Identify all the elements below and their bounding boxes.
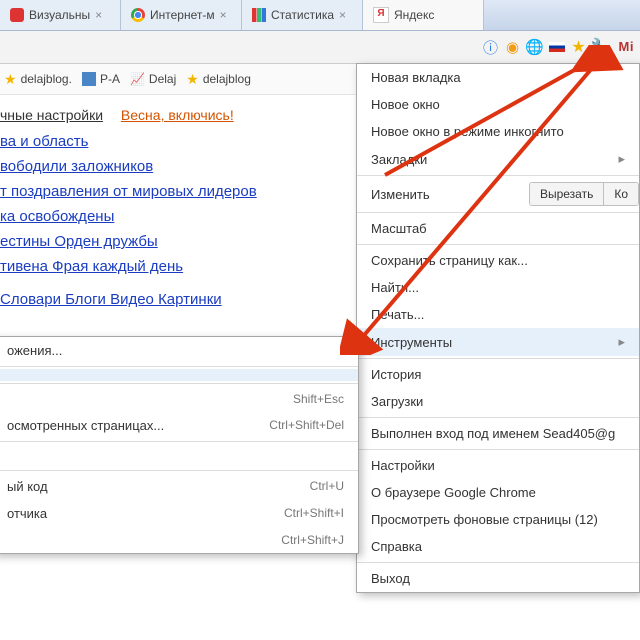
separator — [0, 441, 358, 442]
submenu-source[interactable]: ый кодCtrl+U — [0, 473, 358, 500]
chrome-icon — [131, 8, 145, 22]
menu-exit[interactable]: Выход — [357, 565, 639, 592]
menu-new-window[interactable]: Новое окно — [357, 91, 639, 118]
bookmark-item[interactable]: 📈 Delaj — [130, 72, 176, 86]
submenu-hover[interactable] — [0, 369, 358, 381]
menu-bookmarks[interactable]: Закладки▸ — [357, 145, 639, 173]
shortcut: Ctrl+Shift+J — [281, 533, 344, 547]
tab-label: Статистика — [271, 8, 334, 22]
globe-icon[interactable]: 🌐 — [526, 38, 544, 56]
menu-background[interactable]: Просмотреть фоновые страницы (12) — [357, 506, 639, 533]
separator — [357, 175, 639, 176]
cut-button[interactable]: Вырезать — [530, 183, 603, 205]
star-icon[interactable]: ★ — [570, 38, 588, 56]
menu-incognito[interactable]: Новое окно в режиме инкогнито — [357, 118, 639, 145]
menu-tools[interactable]: Инструменты▸ — [357, 328, 639, 356]
chevron-right-icon: ▸ — [618, 151, 625, 167]
square-icon — [82, 72, 96, 86]
menu-downloads[interactable]: Загрузки — [357, 388, 639, 415]
menu-save-as[interactable]: Сохранить страницу как... — [357, 247, 639, 274]
menu-history[interactable]: История — [357, 361, 639, 388]
tab-label: Интернет-м — [150, 8, 215, 22]
menu-help[interactable]: Справка — [357, 533, 639, 560]
submenu-clear[interactable]: осмотренных страницах...Ctrl+Shift+Del — [0, 412, 358, 439]
menu-new-tab[interactable]: Новая вкладка — [357, 64, 639, 91]
tab-internet[interactable]: Интернет-м × — [121, 0, 242, 30]
tab-stats[interactable]: Статистика × — [242, 0, 363, 30]
copy-button[interactable]: Ко — [603, 183, 638, 205]
wrench-icon[interactable]: 🔧 — [592, 38, 610, 56]
flag-icon[interactable] — [548, 38, 566, 56]
submenu-item[interactable] — [0, 444, 358, 456]
info-icon[interactable]: ⓘ — [482, 38, 500, 56]
close-icon[interactable]: × — [220, 10, 230, 20]
bookmark-label: P-A — [100, 72, 120, 86]
submenu-devtools[interactable]: отчикаCtrl+Shift+I — [0, 500, 358, 527]
bookmark-label: Delaj — [149, 72, 176, 86]
menu-edit-row: Изменить Вырезать Ко — [357, 178, 639, 210]
main-menu: Новая вкладка Новое окно Новое окно в ре… — [356, 63, 640, 593]
chevron-right-icon: ▸ — [618, 334, 625, 350]
toolbar: ⓘ ◉ 🌐 ★ 🔧 Mi — [0, 31, 640, 64]
separator — [0, 470, 358, 471]
submenu-console[interactable]: Ctrl+Shift+J — [0, 527, 358, 553]
separator — [357, 562, 639, 563]
submenu-item[interactable] — [0, 456, 358, 468]
menu-find[interactable]: Найти... — [357, 274, 639, 301]
tab-strip: Визуальны × Интернет-м × Статистика × Я … — [0, 0, 640, 31]
tab-label: Яндекс — [394, 8, 434, 22]
tab-label: Визуальны — [29, 8, 90, 22]
mi-label[interactable]: Mi — [619, 38, 634, 56]
tab-yandex[interactable]: Я Яндекс — [363, 0, 484, 30]
shortcut: Ctrl+U — [310, 479, 344, 494]
shield-icon — [10, 8, 24, 22]
separator — [357, 212, 639, 213]
separator — [357, 244, 639, 245]
edit-button-group: Вырезать Ко — [529, 182, 639, 206]
separator — [357, 417, 639, 418]
chart-icon: 📈 — [130, 72, 145, 86]
bars-icon — [252, 8, 266, 22]
close-icon[interactable]: × — [339, 10, 349, 20]
separator — [357, 358, 639, 359]
menu-edit-label: Изменить — [371, 187, 430, 202]
bookmark-item[interactable]: P-A — [82, 72, 120, 86]
shortcut: Ctrl+Shift+Del — [269, 418, 344, 433]
bookmark-label: delajblog. — [21, 72, 72, 86]
menu-about[interactable]: О браузере Google Chrome — [357, 479, 639, 506]
separator — [357, 449, 639, 450]
menu-print[interactable]: Печать... — [357, 301, 639, 328]
tools-submenu: ожения... Shift+Esc осмотренных страница… — [0, 336, 359, 554]
yandex-icon: Я — [373, 7, 389, 23]
ball-icon[interactable]: ◉ — [504, 38, 522, 56]
menu-signedin[interactable]: Выполнен вход под именем Sead405@g — [357, 420, 639, 447]
menu-settings[interactable]: Настройки — [357, 452, 639, 479]
bookmark-label: delajblog — [203, 72, 251, 86]
tab-visual[interactable]: Визуальны × — [0, 0, 121, 30]
shortcut: Ctrl+Shift+I — [284, 506, 344, 521]
personal-settings-link[interactable]: чные настройки — [0, 107, 103, 123]
bookmark-item[interactable]: ★ delajblog. — [4, 71, 72, 88]
separator — [0, 366, 358, 367]
submenu-extensions[interactable]: ожения... — [0, 337, 358, 364]
star-icon: ★ — [186, 71, 199, 88]
submenu-taskmgr[interactable]: Shift+Esc — [0, 386, 358, 412]
shortcut: Shift+Esc — [293, 392, 344, 406]
separator — [0, 383, 358, 384]
close-icon[interactable]: × — [95, 10, 105, 20]
star-icon: ★ — [4, 71, 17, 88]
promo-link[interactable]: Весна, включись! — [121, 107, 234, 123]
menu-zoom[interactable]: Масштаб — [357, 215, 639, 242]
bookmark-item[interactable]: ★ delajblog — [186, 71, 251, 88]
